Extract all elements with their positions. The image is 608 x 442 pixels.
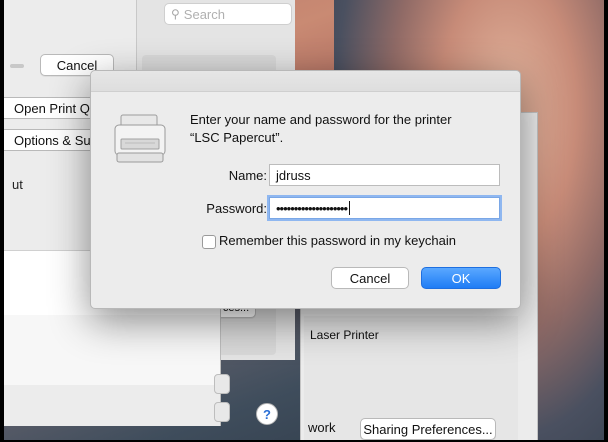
network-label: work bbox=[308, 420, 336, 435]
name-field[interactable]: jdruss bbox=[269, 164, 500, 186]
password-label: Password: bbox=[206, 201, 267, 216]
printer-auth-dialog: Enter your name and password for the pri… bbox=[90, 70, 521, 309]
password-value: •••••••••••••••••••• bbox=[276, 200, 348, 216]
laser-printer-label: Laser Printer bbox=[310, 328, 379, 342]
sheet-text: ut bbox=[12, 177, 23, 192]
search-placeholder: Search bbox=[183, 6, 225, 22]
popup-stepper[interactable] bbox=[214, 374, 230, 394]
search-input[interactable]: ⚲ Search bbox=[164, 3, 292, 25]
name-label: Name: bbox=[228, 168, 267, 183]
popup-stepper-2[interactable] bbox=[214, 402, 230, 422]
text-cursor bbox=[349, 201, 351, 215]
slider[interactable] bbox=[10, 64, 24, 68]
remember-label[interactable]: Remember this password in my keychain bbox=[219, 233, 456, 248]
dialog-titlebar bbox=[91, 71, 520, 92]
dialog-message-line2: “LSC Papercut”. bbox=[190, 130, 284, 145]
dialog-message: Enter your name and password for the pri… bbox=[190, 111, 500, 147]
search-icon: ⚲ bbox=[171, 7, 180, 21]
password-field[interactable]: •••••••••••••••••••• bbox=[269, 197, 500, 219]
cancel-button[interactable]: Cancel bbox=[331, 267, 409, 289]
dialog-message-line1: Enter your name and password for the pri… bbox=[190, 112, 452, 127]
printer-icon bbox=[114, 114, 166, 163]
list-panel-lower bbox=[4, 315, 220, 385]
sharing-preferences-button[interactable]: Sharing Preferences... bbox=[360, 418, 496, 440]
ok-button[interactable]: OK bbox=[421, 267, 501, 289]
remember-checkbox[interactable] bbox=[202, 235, 216, 249]
help-button[interactable]: ? bbox=[256, 403, 278, 425]
